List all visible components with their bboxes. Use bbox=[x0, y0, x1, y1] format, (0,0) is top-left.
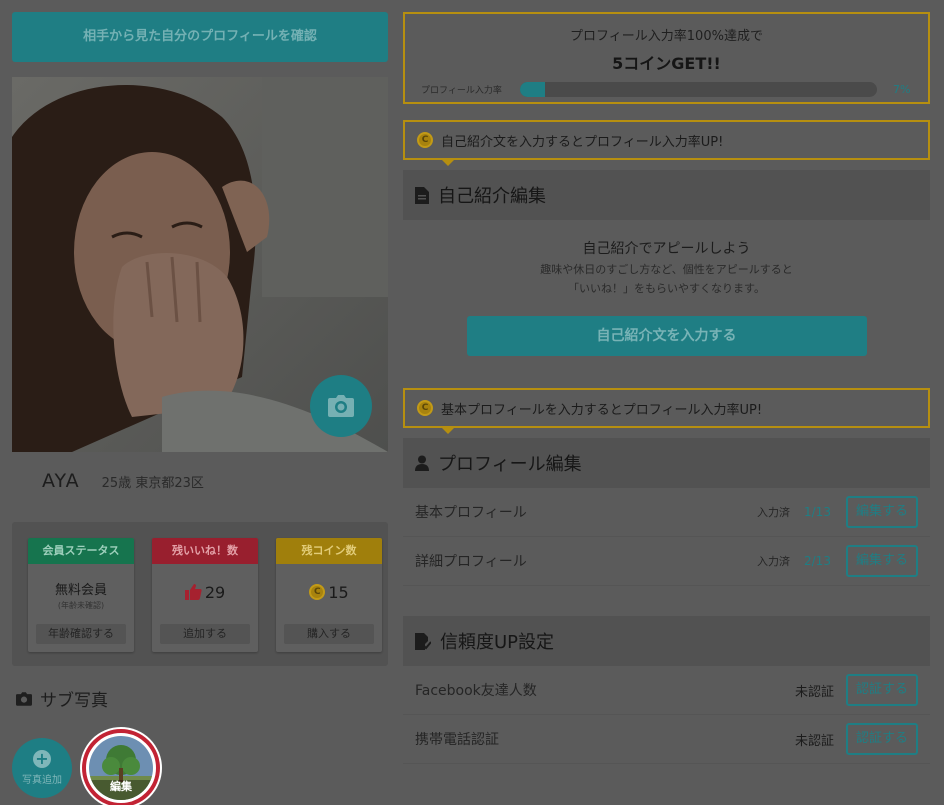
likes-value-row: 29 bbox=[184, 582, 226, 602]
profile-edit-header: プロフィール編集 bbox=[403, 438, 930, 488]
tip-text: 基本プロフィールを入力するとプロフィール入力率UP! bbox=[441, 402, 763, 418]
self-intro-tip: C 自己紹介文を入力するとプロフィール入力率UP! bbox=[403, 120, 930, 166]
row-status: 未認証 bbox=[794, 733, 834, 749]
edit-basic-profile-button[interactable]: 編集する bbox=[846, 496, 918, 528]
goal-line-2: 5コインGET!! bbox=[612, 54, 721, 73]
self-intro-body: 自己紹介でアピールしよう 趣味や休日のすごし方など、個性をアピールすると 「いい… bbox=[403, 220, 930, 388]
completion-goal-box: プロフィール入力率100%達成で 5コインGET!! プロフィール入力率 7% bbox=[403, 12, 930, 104]
row-count: 2/13 bbox=[804, 554, 831, 568]
stats-panel: 会員ステータス 無料会員 (年齢未確認) 年齢確認する 残いいね！数 29 追加… bbox=[12, 522, 388, 666]
profile-edit-title: プロフィール編集 bbox=[438, 454, 582, 475]
row-label: 基本プロフィール bbox=[415, 505, 527, 521]
person-icon bbox=[415, 455, 429, 471]
membership-sub: (年齢未確認) bbox=[57, 601, 105, 610]
self-intro-desc-2: 「いいね！」をもらいやすくなります。 bbox=[568, 282, 765, 295]
edit-detail-profile-button[interactable]: 編集する bbox=[846, 545, 918, 577]
self-intro-header: 自己紹介編集 bbox=[403, 170, 930, 220]
stat-header: 会員ステータス bbox=[28, 538, 134, 564]
membership-value: 無料会員 bbox=[54, 582, 107, 598]
coin-icon: C bbox=[417, 132, 433, 148]
self-intro-title: 自己紹介編集 bbox=[438, 186, 546, 207]
self-intro-desc-1: 趣味や休日のすごし方など、個性をアピールすると bbox=[540, 263, 793, 276]
self-intro-heading: 自己紹介でアピールしよう bbox=[582, 241, 751, 257]
camera-icon bbox=[16, 691, 32, 706]
row-status: 入力済 bbox=[757, 506, 790, 519]
document-icon bbox=[415, 186, 429, 204]
coins-count: 15 bbox=[328, 582, 349, 602]
verify-facebook-button[interactable]: 認証する bbox=[846, 674, 918, 706]
progress-label: プロフィール入力率 bbox=[421, 86, 502, 96]
row-status: 未認証 bbox=[794, 684, 834, 700]
enter-self-intro-button[interactable]: 自己紹介文を入力する bbox=[466, 316, 867, 356]
sub-photos-row: + 写真追加 編集 bbox=[12, 729, 388, 805]
coins-remaining-card: 残コイン数 C 15 購入する bbox=[276, 538, 382, 652]
facebook-row: Facebook友達人数 未認証 認証する bbox=[403, 666, 930, 715]
right-column: プロフィール入力率100%達成で 5コインGET!! プロフィール入力率 7% … bbox=[403, 12, 930, 764]
row-label: Facebook友達人数 bbox=[415, 683, 537, 699]
thumbs-up-icon bbox=[184, 584, 202, 600]
add-photo-label: 写真追加 bbox=[22, 775, 62, 786]
profile-name-row: AYA 25歳 東京都23区 bbox=[12, 452, 388, 510]
change-photo-button[interactable] bbox=[310, 375, 372, 437]
progress-fill bbox=[520, 82, 545, 97]
row-label: 詳細プロフィール bbox=[415, 554, 527, 570]
stat-header: 残いいね！数 bbox=[152, 538, 258, 564]
add-photo-button[interactable]: + 写真追加 bbox=[12, 738, 72, 798]
buy-coins-button[interactable]: 購入する bbox=[284, 624, 374, 644]
add-likes-button[interactable]: 追加する bbox=[160, 624, 250, 644]
progress-row: プロフィール入力率 7% bbox=[405, 82, 928, 97]
row-label: 携帯電話認証 bbox=[415, 732, 499, 748]
goal-line-1: プロフィール入力率100%達成で bbox=[570, 29, 763, 44]
verify-age-button[interactable]: 年齢確認する bbox=[36, 624, 126, 644]
coin-icon: C bbox=[309, 584, 326, 600]
basic-profile-tip: C 基本プロフィールを入力するとプロフィール入力率UP! bbox=[403, 388, 930, 434]
main-profile-photo[interactable] bbox=[12, 77, 388, 452]
profile-age-location: 25歳 東京都23区 bbox=[101, 475, 204, 491]
sub-photo-thumbnail[interactable]: 編集 bbox=[82, 729, 160, 805]
coins-value-row: C 15 bbox=[309, 582, 349, 602]
tip-text: 自己紹介文を入力するとプロフィール入力率UP! bbox=[441, 134, 724, 150]
coin-icon: C bbox=[417, 400, 433, 416]
progress-bar bbox=[520, 82, 877, 97]
likes-remaining-card: 残いいね！数 29 追加する bbox=[152, 538, 258, 652]
row-count: 1/13 bbox=[804, 505, 831, 519]
progress-percent: 7% bbox=[893, 83, 911, 96]
plus-icon: + bbox=[33, 750, 51, 768]
membership-status-card: 会員ステータス 無料会員 (年齢未確認) 年齢確認する bbox=[28, 538, 134, 652]
camera-icon bbox=[328, 395, 354, 417]
view-own-profile-button[interactable]: 相手から見た自分のプロフィールを確認 bbox=[12, 12, 388, 62]
phone-row: 携帯電話認証 未認証 認証する bbox=[403, 715, 930, 764]
trust-header: 信頼度UP設定 bbox=[403, 616, 930, 666]
edit-photo-label: 編集 bbox=[110, 780, 132, 793]
left-column: 相手から見た自分のプロフィールを確認 AYA 25歳 東京都23区 会員ステータ… bbox=[12, 12, 388, 805]
likes-count: 29 bbox=[204, 582, 226, 602]
detail-profile-row: 詳細プロフィール 入力済 2/13 編集する bbox=[403, 537, 930, 586]
verify-phone-button[interactable]: 認証する bbox=[846, 723, 918, 755]
sub-photos-heading: サブ写真 bbox=[12, 686, 388, 711]
verified-doc-icon bbox=[415, 632, 431, 650]
row-status: 入力済 bbox=[757, 555, 790, 568]
stat-header: 残コイン数 bbox=[276, 538, 382, 564]
basic-profile-row: 基本プロフィール 入力済 1/13 編集する bbox=[403, 488, 930, 537]
sub-photos-title: サブ写真 bbox=[40, 691, 108, 711]
trust-title: 信頼度UP設定 bbox=[440, 632, 555, 653]
profile-name: AYA bbox=[42, 470, 80, 492]
